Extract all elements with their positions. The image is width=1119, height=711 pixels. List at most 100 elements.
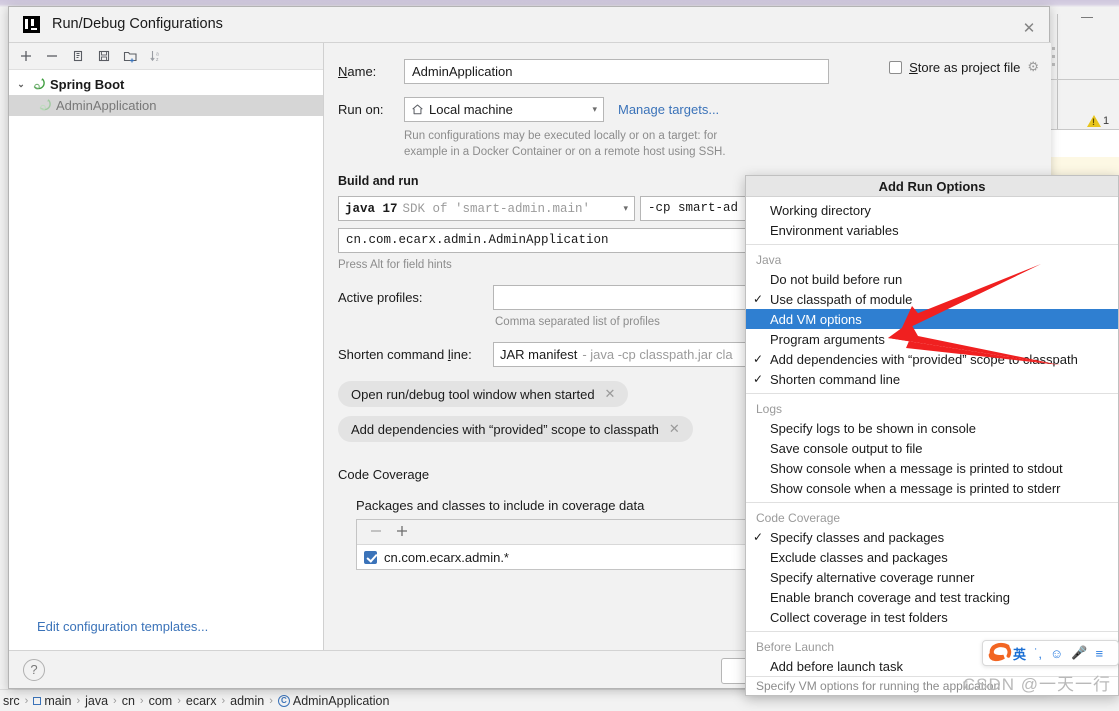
menu-item-label: Environment variables: [770, 222, 899, 238]
run-on-value: Local machine: [429, 102, 513, 117]
coverage-pattern-label: cn.com.ecarx.admin.*: [384, 549, 509, 565]
name-label: Name:: [338, 64, 377, 79]
store-as-project-file-label: Store as project file: [909, 59, 1021, 75]
close-icon[interactable]: ✕: [605, 386, 616, 402]
remove-coverage-pattern-button[interactable]: [369, 524, 383, 541]
menu-separator: [746, 393, 1118, 395]
menu-item-specify-alternative-coverage-runner[interactable]: Specify alternative coverage runner: [746, 567, 1118, 587]
menu-item-environment-variables[interactable]: Environment variables: [746, 220, 1118, 240]
ime-punctuation-toggle[interactable]: ˙,: [1034, 646, 1042, 661]
menu-item-save-console-output[interactable]: Save console output to file: [746, 438, 1118, 458]
breadcrumb-label: src: [3, 693, 20, 708]
dialog-title-bar: Run/Debug Configurations: [9, 7, 1049, 42]
menu-item-use-classpath-of-module[interactable]: ✓ Use classpath of module: [746, 289, 1118, 309]
breadcrumb-item-ecarx[interactable]: ecarx: [186, 694, 217, 708]
copy-configuration-button[interactable]: [67, 45, 89, 67]
menu-item-label: Program arguments: [770, 331, 885, 347]
menu-item-label: Do not build before run: [770, 271, 903, 287]
screen-root: 1 src › main › java › cn › com › ecarx ›…: [0, 0, 1119, 711]
menu-item-collect-coverage-in-test-folders[interactable]: Collect coverage in test folders: [746, 607, 1118, 627]
menu-item-label: Add before launch task: [770, 658, 903, 674]
ide-warning-indicator[interactable]: 1: [1087, 115, 1109, 127]
main-class-input[interactable]: cn.com.ecarx.admin.AdminApplication: [338, 228, 780, 253]
menu-item-specify-logs[interactable]: Specify logs to be shown in console: [746, 418, 1118, 438]
menu-item-add-provided-dependencies[interactable]: ✓ Add dependencies with “provided” scope…: [746, 349, 1118, 369]
menu-item-show-console-stdout[interactable]: Show console when a message is printed t…: [746, 458, 1118, 478]
name-input[interactable]: AdminApplication: [404, 59, 829, 84]
ide-gutter-dots: [1052, 47, 1055, 66]
breadcrumb-item-com[interactable]: com: [149, 694, 173, 708]
breadcrumb-item-java[interactable]: java: [85, 694, 108, 708]
breadcrumb-label: cn: [121, 693, 135, 708]
jdk-select[interactable]: java 17 SDK of 'smart-admin.main' ▾: [338, 196, 635, 221]
close-icon[interactable]: ✕: [1021, 21, 1037, 37]
coverage-panel-toolbar: [357, 520, 765, 545]
save-configuration-button[interactable]: [93, 45, 115, 67]
menu-item-label: Add dependencies with “provided” scope t…: [770, 351, 1078, 367]
menu-item-label: Specify logs to be shown in console: [770, 420, 976, 436]
breadcrumb-item-src[interactable]: src: [3, 694, 20, 708]
menu-item-program-arguments[interactable]: Program arguments: [746, 329, 1118, 349]
breadcrumb-item-cn[interactable]: cn: [122, 694, 135, 708]
menu-item-label: Add VM options: [770, 311, 862, 327]
coverage-pattern-checkbox[interactable]: [364, 550, 377, 564]
configurations-toolbar: az: [9, 43, 323, 70]
ime-menu-button[interactable]: ≡: [1095, 646, 1103, 661]
ime-voice-button[interactable]: 🎤: [1071, 645, 1087, 661]
breadcrumb-label: ecarx: [185, 693, 217, 708]
run-on-select[interactable]: Local machine ▾: [404, 97, 604, 122]
add-configuration-button[interactable]: [15, 45, 37, 67]
breadcrumb-separator: ›: [177, 694, 181, 707]
menu-item-label: Exclude classes and packages: [770, 549, 948, 565]
ide-collapse-icon[interactable]: [1081, 17, 1093, 18]
add-coverage-pattern-button[interactable]: [395, 524, 409, 541]
shorten-command-line-suffix: - java -cp classpath.jar cla: [582, 347, 733, 362]
menu-item-show-console-stderr[interactable]: Show console when a message is printed t…: [746, 478, 1118, 498]
menu-item-add-vm-options[interactable]: Add VM options: [746, 309, 1118, 330]
new-folder-button[interactable]: [119, 45, 141, 67]
coverage-packages-panel: cn.com.ecarx.admin.*: [356, 519, 766, 570]
gear-icon[interactable]: ⚙: [1027, 59, 1039, 75]
close-icon[interactable]: ✕: [669, 421, 680, 437]
sogou-logo-icon[interactable]: [987, 641, 1015, 667]
tree-item-adminapplication[interactable]: AdminApplication: [9, 95, 323, 116]
menu-item-shorten-command-line[interactable]: ✓ Shorten command line: [746, 369, 1118, 389]
remove-configuration-button[interactable]: [41, 45, 63, 67]
tree-group-spring-boot[interactable]: ⌄ Spring Boot: [9, 74, 323, 95]
coverage-pattern-row[interactable]: cn.com.ecarx.admin.*: [357, 545, 765, 569]
store-as-project-file-checkbox[interactable]: [889, 60, 903, 74]
tree-item-label: AdminApplication: [56, 98, 157, 113]
chevron-down-icon[interactable]: ⌄: [15, 79, 27, 90]
warning-count: 1: [1103, 115, 1110, 127]
spring-boot-icon: [33, 78, 45, 90]
configurations-left-pane: az ⌄ Spring Boot AdminApplication Edit c…: [9, 43, 324, 652]
shorten-command-line-select[interactable]: JAR manifest - java -cp classpath.jar cl…: [493, 342, 783, 367]
menu-item-do-not-build-before-run[interactable]: Do not build before run: [746, 269, 1118, 289]
menu-item-working-directory[interactable]: Working directory: [746, 200, 1118, 220]
intellij-idea-logo-icon: [23, 15, 40, 33]
sort-configurations-button[interactable]: az: [145, 45, 167, 67]
breadcrumb-item-admin[interactable]: admin: [230, 694, 264, 708]
breadcrumb-separator: ›: [221, 694, 226, 707]
ime-emoji-button[interactable]: ☺: [1050, 646, 1063, 661]
option-chip-open-run-debug-tool-window[interactable]: Open run/debug tool window when started …: [338, 381, 629, 407]
breadcrumb-label: com: [148, 693, 173, 708]
module-icon: [33, 696, 42, 705]
breadcrumb-item-adminapplication[interactable]: C AdminApplication: [277, 694, 389, 708]
menu-item-specify-classes-and-packages[interactable]: ✓ Specify classes and packages: [746, 527, 1118, 547]
breadcrumb-item-main[interactable]: main: [33, 694, 71, 708]
option-chip-add-provided-dependencies[interactable]: Add dependencies with “provided” scope t…: [338, 416, 693, 442]
menu-separator: [746, 631, 1118, 633]
shorten-command-line-value: JAR manifest: [500, 347, 578, 362]
menu-group-logs: Logs: [756, 402, 783, 417]
help-button[interactable]: ?: [23, 658, 45, 681]
manage-targets-link[interactable]: Manage targets...: [618, 102, 719, 117]
menu-item-exclude-classes-and-packages[interactable]: Exclude classes and packages: [746, 547, 1118, 567]
active-profiles-input[interactable]: [493, 285, 783, 310]
menu-item-label: Use classpath of module: [770, 291, 913, 307]
menu-item-enable-branch-coverage[interactable]: Enable branch coverage and test tracking: [746, 587, 1118, 607]
breadcrumb-label: java: [85, 693, 109, 708]
tree-group-label: Spring Boot: [50, 77, 125, 92]
edit-configuration-templates-link[interactable]: Edit configuration templates...: [37, 619, 208, 634]
configurations-tree: ⌄ Spring Boot AdminApplication: [9, 70, 323, 652]
